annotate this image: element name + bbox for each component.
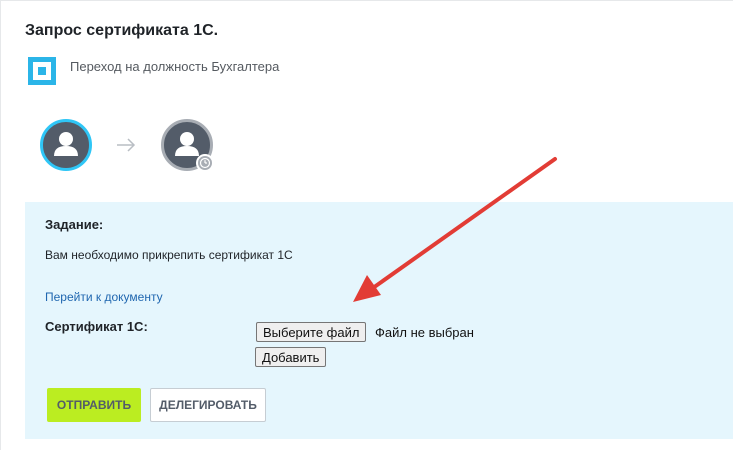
task-description: Вам необходимо прикрепить сертификат 1С [45,248,293,262]
page: Запрос сертификата 1С. Переход на должно… [0,0,733,450]
workflow-square-icon [28,57,56,85]
add-file-button[interactable]: Добавить [255,347,327,367]
task-card: Запрос сертификата 1С. Переход на должно… [0,0,733,450]
task-heading: Задание: [45,217,104,232]
clock-icon [196,154,214,172]
user-avatar-icon [54,132,78,156]
go-to-document-link[interactable]: Перейти к документу [45,290,163,304]
no-file-status: Файл не выбран [375,325,474,340]
send-button[interactable]: ОТПРАВИТЬ [47,388,141,422]
page-title: Запрос сертификата 1С. [25,22,219,39]
annotation-arrow-icon [353,157,557,302]
current-user-avatar[interactable] [40,119,92,171]
process-name: Переход на должность Бухгалтера [70,59,280,74]
delegate-button[interactable]: ДЕЛЕГИРОВАТЬ [150,388,266,422]
arrow-right-icon [117,138,136,152]
certificate-field-label: Сертификат 1С: [45,319,148,334]
choose-file-button[interactable]: Выберите файл [256,322,367,342]
